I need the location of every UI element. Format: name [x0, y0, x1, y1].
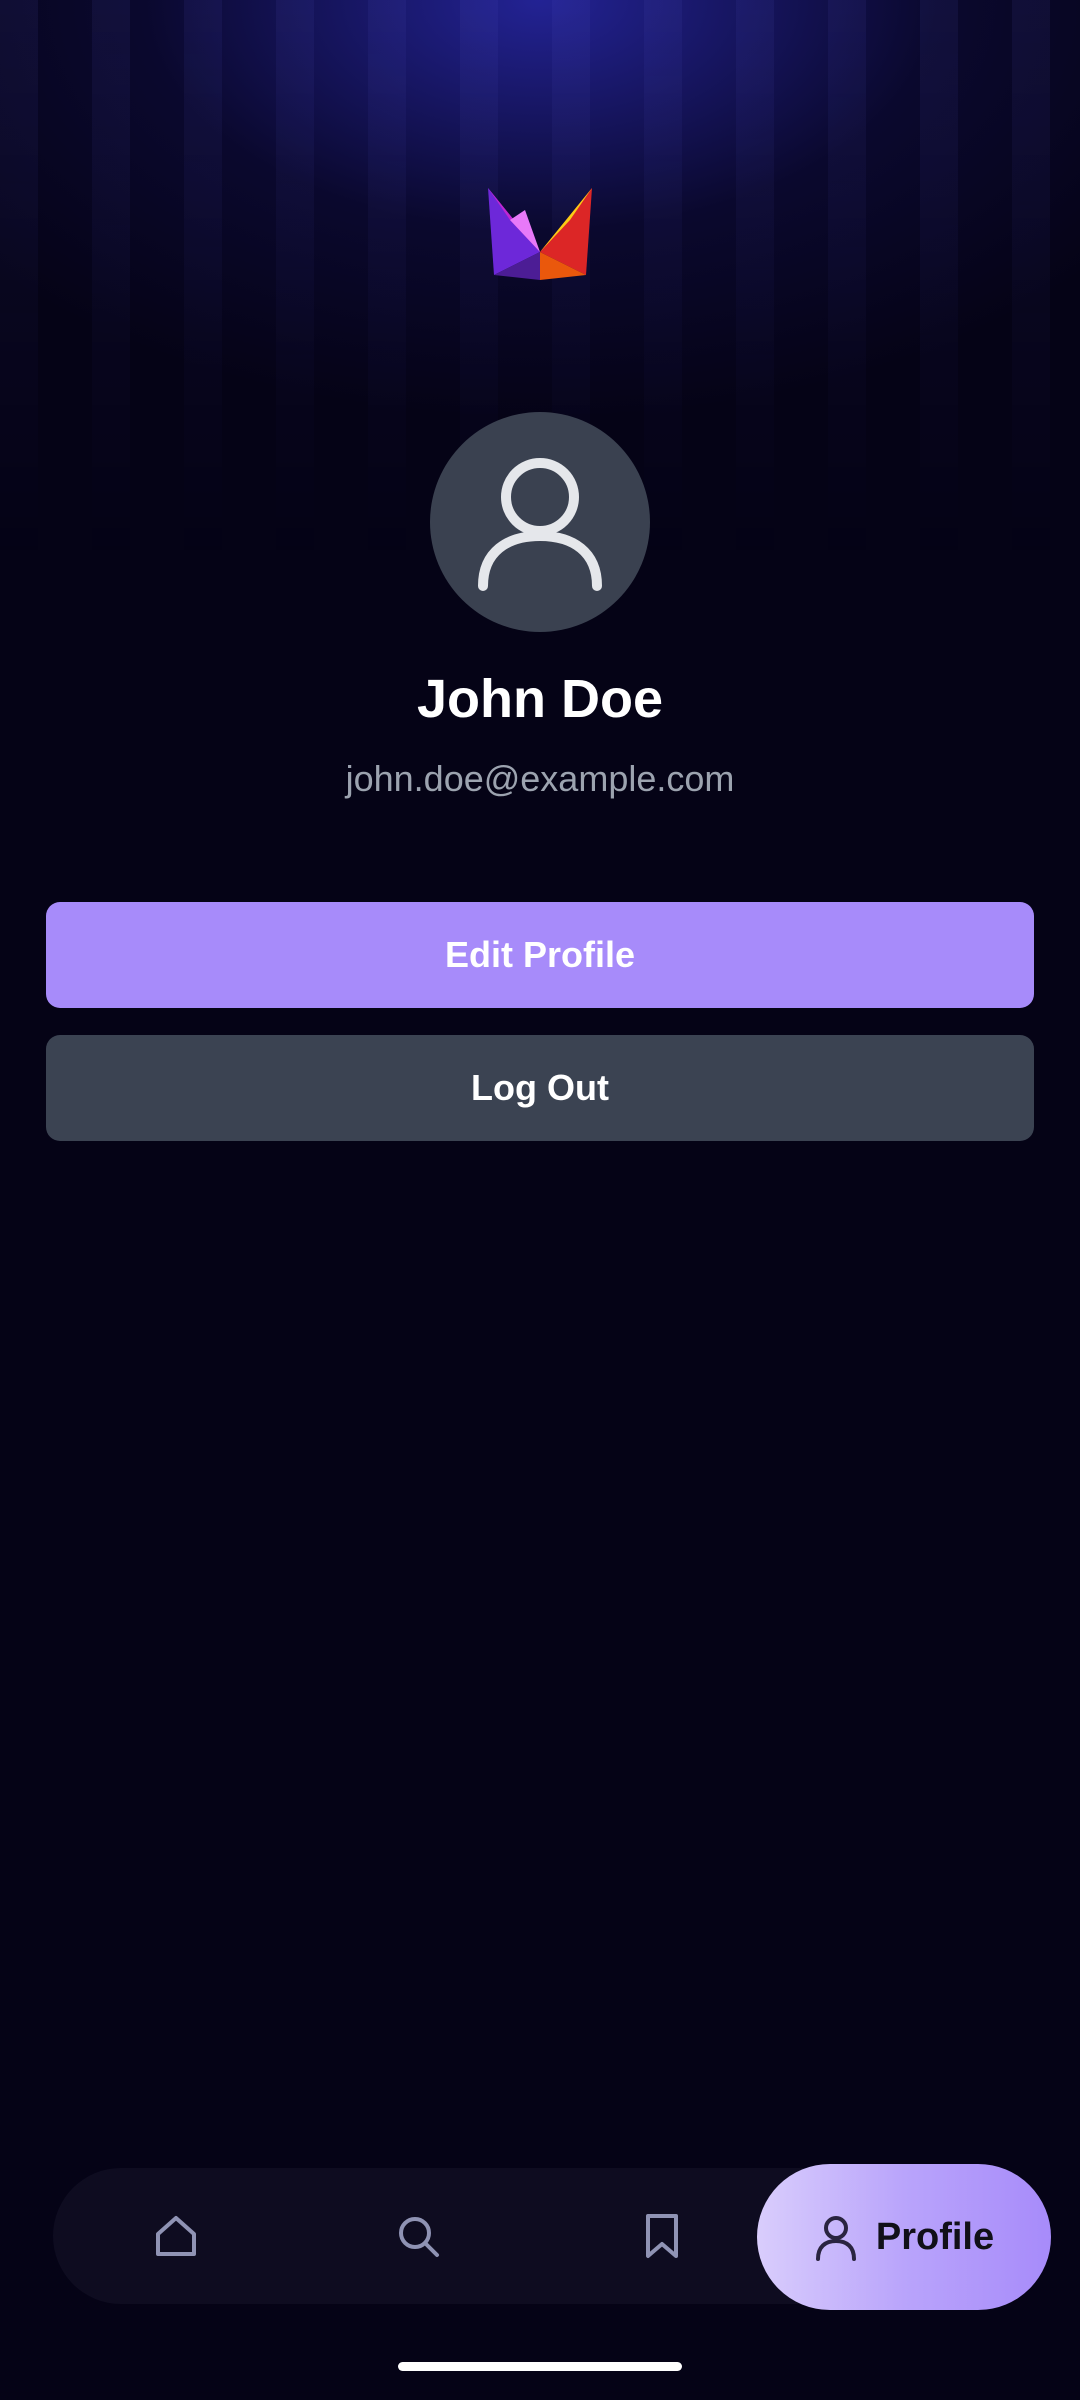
avatar: [430, 412, 650, 632]
nav-item-home[interactable]: [116, 2168, 236, 2304]
log-out-button[interactable]: Log Out: [46, 1035, 1034, 1141]
bookmark-icon: [646, 2214, 678, 2258]
edit-profile-button[interactable]: Edit Profile: [46, 902, 1034, 1008]
user-email: john.doe@example.com: [345, 758, 735, 799]
nav-item-bookmarks[interactable]: [602, 2168, 722, 2304]
home-icon: [156, 2216, 196, 2256]
home-indicator[interactable]: [398, 2362, 682, 2371]
nav-item-profile-label: Profile: [875, 2215, 995, 2258]
user-icon: [815, 2216, 856, 2261]
profile-screen: John Doe john.doe@example.com Edit Profi…: [0, 0, 1080, 2400]
user-name: John Doe: [416, 669, 663, 729]
user-icon: [478, 458, 602, 591]
search-icon: [399, 2217, 439, 2257]
nav-item-profile[interactable]: Profile: [757, 2164, 1051, 2310]
app-logo: [480, 180, 600, 280]
nav-item-search[interactable]: [358, 2168, 478, 2304]
logo-mark: [488, 188, 592, 280]
